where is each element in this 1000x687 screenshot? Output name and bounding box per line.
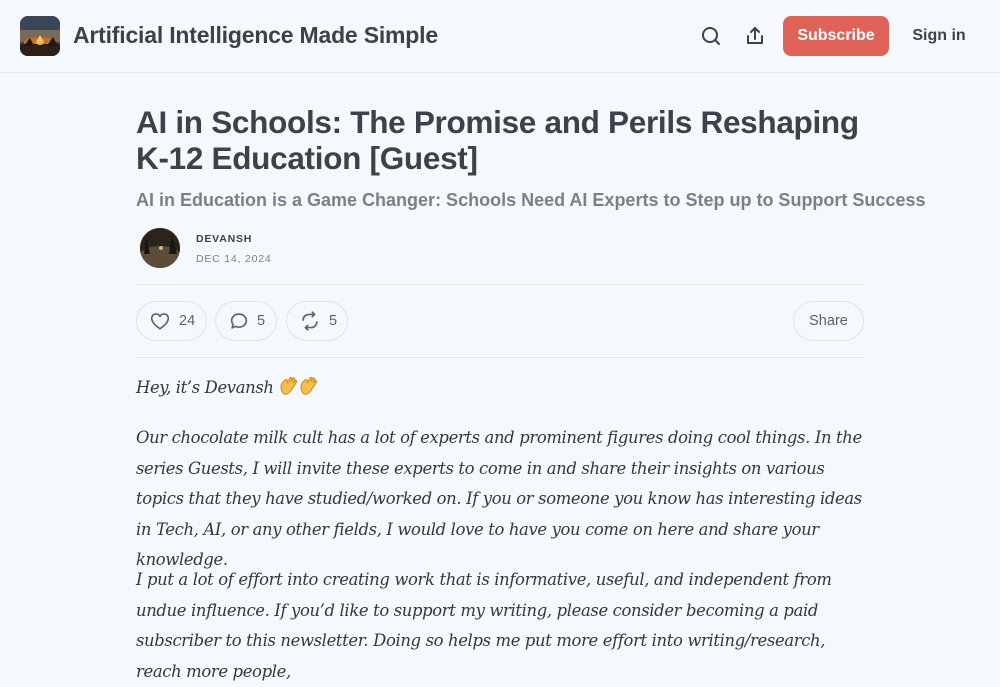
waving-hand-icon [280, 377, 317, 395]
comment-button[interactable]: 5 [215, 301, 277, 341]
author-name[interactable]: DEVANSH [196, 233, 252, 245]
restack-count: 5 [329, 313, 338, 329]
campfire-logo-image [20, 16, 60, 56]
like-count: 24 [179, 313, 196, 329]
waving-hands-emoji [278, 374, 322, 407]
sign-in-button[interactable]: Sign in [903, 16, 975, 56]
publication-title[interactable]: Artificial Intelligence Made Simple [73, 22, 438, 49]
comment-bubble-icon [230, 313, 248, 329]
publication-logo[interactable] [20, 16, 60, 56]
top-navbar: Artificial Intelligence Made Simple Subs… [0, 0, 1000, 73]
post-title: AI in Schools: The Promise and Perils Re… [136, 104, 859, 176]
greeting-paragraph: Hey, it’s Devansh [136, 373, 864, 407]
share-button[interactable]: Share [793, 301, 864, 341]
search-icon[interactable] [699, 24, 723, 48]
support-paragraph: I put a lot of effort into creating work… [136, 570, 832, 681]
greeting-text: Hey, it’s Devansh [136, 378, 274, 397]
comment-count: 5 [257, 313, 266, 329]
share-upload-icon[interactable] [743, 24, 767, 48]
author-avatar[interactable] [140, 228, 180, 268]
header-divider [136, 284, 864, 285]
heart-icon [150, 313, 170, 330]
subscribe-button[interactable]: Subscribe [783, 16, 889, 56]
share-button-label: Share [809, 313, 848, 329]
like-button[interactable]: 24 [136, 301, 207, 341]
post-subtitle: AI in Education is a Game Changer: Schoo… [136, 190, 926, 210]
actions-divider [136, 357, 864, 358]
guests-intro-paragraph: Our chocolate milk cult has a lot of exp… [136, 428, 862, 569]
restack-button[interactable]: 5 [286, 301, 348, 341]
restack-icon [302, 311, 318, 331]
avatar-photo [140, 228, 180, 268]
post-date: DEC 14, 2024 [196, 253, 272, 265]
